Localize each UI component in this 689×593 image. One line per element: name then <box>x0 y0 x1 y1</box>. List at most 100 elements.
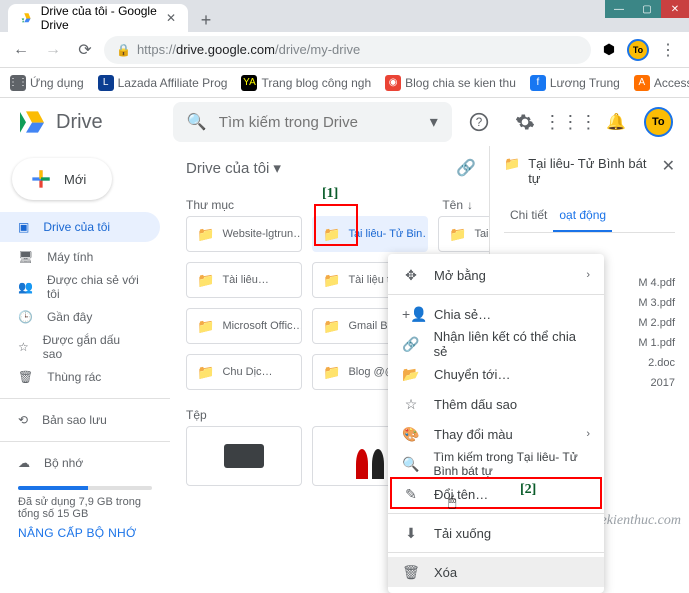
edit-icon: ✎ <box>402 486 420 503</box>
tab-activity[interactable]: oạt động <box>553 200 612 232</box>
section-folders-label: Thư mục <box>186 198 234 212</box>
bookmark-item[interactable]: YATrang blog công ngh <box>241 75 371 91</box>
folder-icon: 📁 <box>197 318 214 335</box>
window-maximize[interactable]: ▢ <box>633 0 661 18</box>
settings-button[interactable] <box>507 104 542 140</box>
people-icon: 👥 <box>18 280 33 294</box>
ctx-share[interactable]: +👤Chia sẻ… <box>388 299 604 329</box>
sidebar: Mới ▣Drive của tôi 🖥Máy tính 👥Được chia … <box>0 146 170 533</box>
ctx-rename[interactable]: ✎Đổi tên… <box>388 479 604 509</box>
sidebar-item-trash[interactable]: 🗑Thùng rác <box>0 362 160 392</box>
ctx-move-to[interactable]: 📂Chuyển tới… <box>388 359 604 389</box>
nav-forward-button[interactable]: → <box>40 37 66 63</box>
drive-icon: ▣ <box>18 220 29 234</box>
section-files-label: Tệp <box>186 408 207 422</box>
account-avatar[interactable]: To <box>644 107 673 137</box>
star-icon: ☆ <box>402 396 420 413</box>
folder-icon: 📁 <box>197 364 214 381</box>
palette-icon: 🎨 <box>402 426 420 443</box>
plus-icon <box>28 166 54 192</box>
ctx-open-with[interactable]: ✥Mở bằng› <box>388 260 604 290</box>
profile-avatar[interactable]: To <box>627 39 649 61</box>
ctx-search-within[interactable]: 🔍Tìm kiếm trong Tại liêu- Tử Bình bát tự <box>388 449 604 479</box>
sidebar-item-computers[interactable]: 🖥Máy tính <box>0 242 160 272</box>
window-close[interactable]: ✕ <box>661 0 689 18</box>
clock-icon: 🕒 <box>18 310 33 324</box>
browser-chrome: — ▢ ✕ Drive của tôi - Google Drive ✕ + <box>0 0 689 32</box>
sidebar-item-recent[interactable]: 🕒Gần đây <box>0 302 160 332</box>
search-icon: 🔍 <box>402 456 419 473</box>
ctx-change-color[interactable]: 🎨Thay đổi màu› <box>388 419 604 449</box>
get-link-button[interactable]: 🔗 <box>449 151 483 185</box>
drive-logo-text: Drive <box>56 111 103 134</box>
sort-button[interactable]: Tên↓ <box>442 198 473 212</box>
help-button[interactable]: ? <box>462 104 497 140</box>
sidebar-item-storage[interactable]: ☁Bộ nhớ <box>0 448 160 478</box>
bookmark-item[interactable]: fLương Trung <box>530 75 620 91</box>
ctx-add-star[interactable]: ☆Thêm dấu sao <box>388 389 604 419</box>
nav-reload-button[interactable]: ⟳ <box>72 37 98 63</box>
folder-card[interactable]: 📁Chu Dịc… <box>186 354 302 390</box>
sidebar-item-starred[interactable]: ☆Được gắn dấu sao <box>0 332 160 362</box>
extension-icon[interactable]: ⬢ <box>597 38 621 62</box>
folder-card[interactable]: 📁Website-lgtrun… <box>186 216 302 252</box>
apps-button[interactable]: ⋮⋮Ứng dụng <box>10 75 84 91</box>
tab-close-icon[interactable]: ✕ <box>166 11 176 25</box>
bookmark-item[interactable]: LLazada Affiliate Prog <box>98 75 228 91</box>
search-box[interactable]: 🔍 ▾ <box>173 102 452 142</box>
apps-grid-button[interactable]: ⋮⋮⋮ <box>552 104 588 140</box>
bookmark-item[interactable]: AAccesstrade.vn - Ne <box>634 75 689 91</box>
breadcrumb-mydrive[interactable]: Drive của tôi ▾ <box>186 159 281 177</box>
url-input[interactable]: 🔒 https://drive.google.com/drive/my-driv… <box>104 36 591 64</box>
cloud-icon: ☁ <box>18 456 30 470</box>
computer-icon: 🖥 <box>18 250 33 264</box>
bookmark-bar: ⋮⋮Ứng dụng LLazada Affiliate Prog YATran… <box>0 68 689 98</box>
new-tab-button[interactable]: + <box>194 8 218 32</box>
details-title: Tại liêu- Tử Bình bát tự <box>528 156 653 186</box>
ctx-download[interactable]: ⬇Tải xuống <box>388 518 604 548</box>
trash-icon: 🗑 <box>402 564 420 581</box>
folder-icon: 📁 <box>323 364 340 381</box>
chevron-down-icon: ▾ <box>273 159 281 177</box>
folder-icon: 📁 <box>323 318 340 335</box>
star-icon: ☆ <box>18 340 29 354</box>
context-menu: ✥Mở bằng› +👤Chia sẻ… 🔗Nhận liên kết có t… <box>388 254 604 593</box>
search-input[interactable] <box>219 114 418 131</box>
browser-tab[interactable]: Drive của tôi - Google Drive ✕ <box>8 4 188 32</box>
backup-icon: ⟲ <box>18 413 28 427</box>
tab-details[interactable]: Chi tiết <box>504 200 553 232</box>
upgrade-storage-link[interactable]: NÂNG CẤP BỘ NHỚ <box>18 526 152 540</box>
nav-back-button[interactable]: ← <box>8 37 34 63</box>
chevron-right-icon: › <box>586 269 590 281</box>
svg-text:?: ? <box>476 116 483 129</box>
window-minimize[interactable]: — <box>605 0 633 18</box>
chevron-right-icon: › <box>586 428 590 440</box>
ctx-remove[interactable]: 🗑Xóa <box>388 557 604 587</box>
sidebar-item-shared[interactable]: 👥Được chia sẻ với tôi <box>0 272 160 302</box>
browser-menu-button[interactable]: ⋮ <box>655 37 681 63</box>
annotation-label-2: [2] <box>520 482 536 498</box>
arrow-down-icon: ↓ <box>467 198 473 212</box>
file-thumb[interactable] <box>186 426 302 486</box>
notifications-button[interactable]: 🔔 <box>598 104 633 140</box>
storage-bar <box>18 486 152 490</box>
folder-icon: 📁 <box>504 156 520 172</box>
sidebar-item-mydrive[interactable]: ▣Drive của tôi <box>0 212 160 242</box>
new-button[interactable]: Mới <box>12 158 112 200</box>
url-path: /drive/my-drive <box>275 42 360 57</box>
tab-title: Drive của tôi - Google Drive <box>41 4 158 32</box>
bookmark-item[interactable]: ◉Blog chia se kien thu <box>385 75 516 91</box>
close-details-button[interactable]: ✕ <box>662 156 675 176</box>
folder-card-selected[interactable]: 📁Tai liêu- Tử Bin… <box>312 216 428 252</box>
search-dropdown-icon[interactable]: ▾ <box>430 112 438 132</box>
folder-card[interactable]: 📁Microsoft Offic… <box>186 308 302 344</box>
drive-logo[interactable]: Drive <box>16 106 163 138</box>
folder-icon: 📁 <box>197 226 214 243</box>
link-icon: 🔗 <box>402 336 420 353</box>
drive-favicon-icon <box>20 10 33 26</box>
folder-card[interactable]: 📁Tài liêu… <box>186 262 302 298</box>
lock-icon: 🔒 <box>116 43 131 57</box>
move-icon: ✥ <box>402 267 420 284</box>
ctx-get-link[interactable]: 🔗Nhận liên kết có thể chia sẻ <box>388 329 604 359</box>
sidebar-item-backups[interactable]: ⟲Bản sao lưu <box>0 405 160 435</box>
